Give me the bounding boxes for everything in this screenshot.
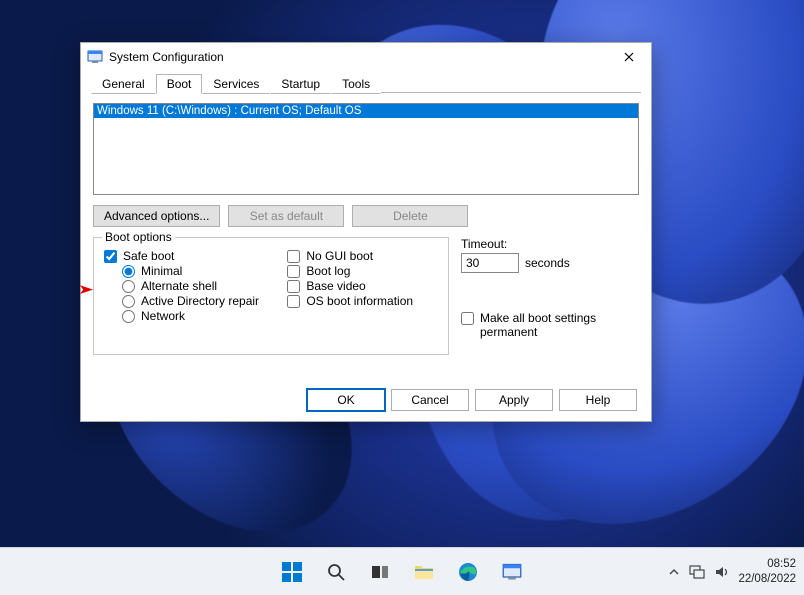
boot-options-legend: Boot options xyxy=(102,230,175,244)
timeout-input[interactable] xyxy=(461,253,519,273)
msconfig-icon xyxy=(502,562,522,582)
task-view-icon xyxy=(370,562,390,582)
os-list[interactable]: Windows 11 (C:\Windows) : Current OS; De… xyxy=(93,103,639,195)
clock-date: 22/08/2022 xyxy=(738,572,796,586)
set-as-default-button: Set as default xyxy=(228,205,344,227)
os-list-item-selected[interactable]: Windows 11 (C:\Windows) : Current OS; De… xyxy=(94,104,638,118)
boot-log-checkbox[interactable]: Boot log xyxy=(287,264,437,278)
boot-options-group: Boot options Safe boot Minimal Alternate… xyxy=(93,237,449,355)
msconfig-icon xyxy=(87,49,103,65)
tab-startup[interactable]: Startup xyxy=(270,74,331,94)
annotation-arrow-icon: ➤ xyxy=(78,281,94,298)
titlebar[interactable]: System Configuration xyxy=(81,43,651,71)
tab-tools[interactable]: Tools xyxy=(331,74,381,94)
tab-general[interactable]: General xyxy=(91,74,156,94)
edge-icon xyxy=(457,561,479,583)
alternate-shell-radio[interactable]: Alternate shell xyxy=(122,279,284,293)
cancel-button[interactable]: Cancel xyxy=(391,389,469,411)
folder-icon xyxy=(413,561,435,583)
windows-logo-icon xyxy=(281,561,303,583)
ok-button[interactable]: OK xyxy=(307,389,385,411)
edge-button[interactable] xyxy=(448,552,488,592)
taskbar[interactable]: 08:52 22/08/2022 xyxy=(0,547,804,595)
network-radio[interactable]: Network xyxy=(122,309,284,323)
os-boot-info-checkbox[interactable]: OS boot information xyxy=(287,294,437,308)
delete-button: Delete xyxy=(352,205,468,227)
no-gui-boot-checkbox[interactable]: No GUI boot xyxy=(287,249,437,263)
search-button[interactable] xyxy=(316,552,356,592)
timeout-label: Timeout: xyxy=(461,237,639,251)
tray-overflow-icon[interactable] xyxy=(669,567,679,577)
taskbar-right: 08:52 22/08/2022 xyxy=(669,557,798,586)
tab-boot[interactable]: Boot xyxy=(156,74,203,94)
tab-services[interactable]: Services xyxy=(202,74,270,94)
base-video-checkbox[interactable]: Base video xyxy=(287,279,437,293)
volume-icon[interactable] xyxy=(715,565,730,579)
apply-button[interactable]: Apply xyxy=(475,389,553,411)
system-tray[interactable] xyxy=(669,565,730,579)
taskbar-center xyxy=(272,552,532,592)
start-button[interactable] xyxy=(272,552,312,592)
make-permanent-checkbox[interactable]: Make all boot settings permanent xyxy=(461,311,639,339)
dialog-button-row: OK Cancel Apply Help xyxy=(307,389,637,411)
timeout-unit: seconds xyxy=(525,256,570,270)
ad-repair-radio[interactable]: Active Directory repair xyxy=(122,294,284,308)
close-button[interactable] xyxy=(613,45,645,69)
minimal-radio[interactable]: Minimal xyxy=(122,264,284,278)
network-icon[interactable] xyxy=(689,565,705,579)
window-title: System Configuration xyxy=(109,50,613,64)
help-button[interactable]: Help xyxy=(559,389,637,411)
safe-boot-checkbox[interactable]: Safe boot xyxy=(104,249,284,263)
boot-tab-pane: Windows 11 (C:\Windows) : Current OS; De… xyxy=(81,93,651,363)
tab-bar: General Boot Services Startup Tools xyxy=(81,71,651,93)
file-explorer-button[interactable] xyxy=(404,552,444,592)
clock-time: 08:52 xyxy=(738,557,796,571)
search-icon xyxy=(326,562,346,582)
system-configuration-dialog: System Configuration General Boot Servic… xyxy=(80,42,652,422)
advanced-options-button[interactable]: Advanced options... xyxy=(93,205,220,227)
msconfig-taskbar-button[interactable] xyxy=(492,552,532,592)
taskbar-clock[interactable]: 08:52 22/08/2022 xyxy=(738,557,796,586)
timeout-column: Timeout: seconds Make all boot settings … xyxy=(461,237,639,355)
task-view-button[interactable] xyxy=(360,552,400,592)
